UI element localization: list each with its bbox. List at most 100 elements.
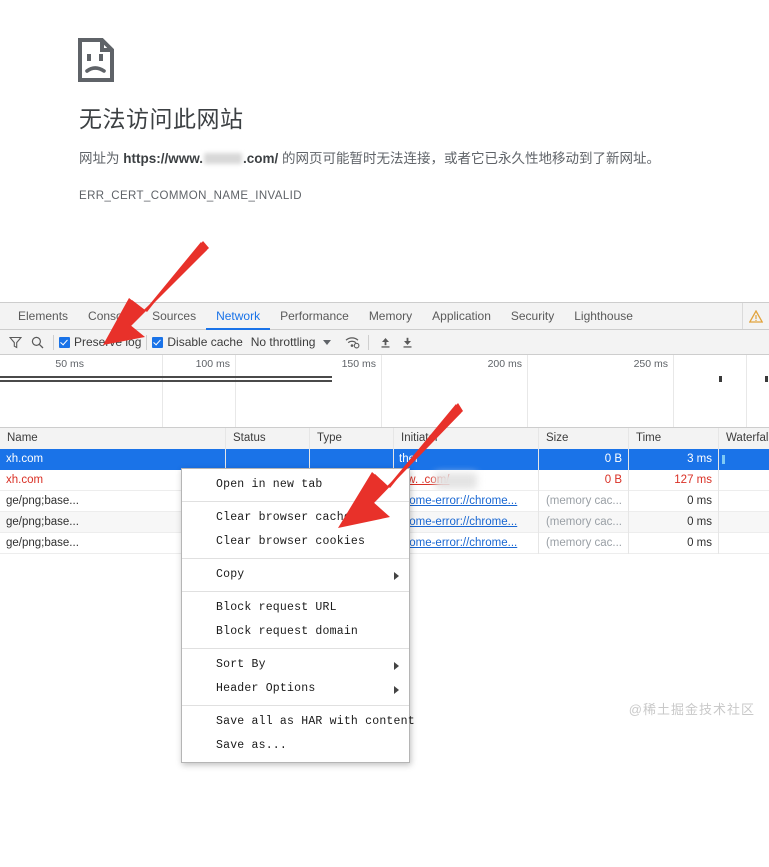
column-header-name[interactable]: Name — [0, 428, 225, 449]
tab-network[interactable]: Network — [206, 303, 271, 330]
menu-item-copy[interactable]: Copy — [182, 563, 409, 587]
toolbar-divider-3 — [368, 334, 370, 350]
cell-size: 0 B — [604, 474, 622, 486]
column-header-waterfall[interactable]: Waterfall — [718, 428, 769, 449]
import-har-up-arrow-icon[interactable] — [374, 331, 396, 353]
column-header-type[interactable]: Type — [309, 428, 393, 449]
menu-separator — [182, 591, 409, 592]
menu-item-open-in-new-tab[interactable]: Open in new tab — [182, 473, 409, 497]
menu-item-header-options[interactable]: Header Options — [182, 677, 409, 701]
menu-item-sort-by[interactable]: Sort By — [182, 653, 409, 677]
table-row[interactable]: xh.com ther 0 B 3 ms — [0, 449, 769, 470]
menu-item-clear-browser-cache[interactable]: Clear browser cache — [182, 506, 409, 530]
menu-item-copy-label: Copy — [216, 568, 245, 581]
cell-time: 0 ms — [687, 537, 712, 549]
tab-elements[interactable]: Elements — [8, 303, 78, 329]
warning-triangle-icon[interactable] — [742, 303, 769, 329]
throttling-select[interactable]: No throttling — [251, 335, 316, 349]
preserve-log-checkbox-box[interactable] — [59, 336, 70, 348]
tab-memory[interactable]: Memory — [359, 303, 422, 329]
toolbar-divider-1 — [53, 334, 54, 350]
search-magnifier-icon[interactable] — [26, 331, 48, 353]
column-header-status[interactable]: Status — [225, 428, 309, 449]
cell-initiator[interactable]: hrome-error://chrome... — [393, 533, 538, 554]
menu-item-block-request-domain[interactable]: Block request domain — [182, 620, 409, 644]
column-header-size[interactable]: Size — [538, 428, 628, 449]
disable-cache-checkbox-box[interactable] — [152, 336, 164, 348]
cell-type — [309, 449, 393, 470]
cell-time: 127 ms — [674, 474, 712, 486]
menu-separator — [182, 558, 409, 559]
preserve-log-label: Preserve log — [74, 335, 142, 349]
overview-event-marker — [765, 376, 768, 382]
cell-size: (memory cac... — [545, 495, 622, 507]
menu-item-save-as[interactable]: Save as... — [182, 734, 409, 758]
cell-size: (memory cac... — [545, 537, 622, 549]
ruler-tick — [381, 355, 382, 427]
tab-application[interactable]: Application — [422, 303, 501, 329]
tab-performance[interactable]: Performance — [270, 303, 359, 329]
disable-cache-label: Disable cache — [167, 335, 243, 349]
error-page-description: 网址为 https://www. .com/ 的网页可能暂时无法连接，或者它已永久… — [79, 150, 660, 168]
submenu-arrow-icon — [394, 662, 399, 670]
cell-size: (memory cac... — [545, 516, 622, 528]
column-separator — [538, 428, 539, 554]
ruler-tick — [527, 355, 528, 427]
preserve-log-checkbox[interactable]: Preserve log — [59, 335, 141, 349]
column-separator — [628, 428, 629, 554]
tab-console[interactable]: Console — [78, 303, 142, 329]
overview-request-bar — [0, 376, 332, 378]
overview-request-bar — [0, 380, 332, 382]
error-desc-suffix: 的网页可能暂时无法连接，或者它已永久性地移动到了新网址。 — [278, 151, 661, 166]
menu-separator — [182, 648, 409, 649]
disable-cache-checkbox[interactable]: Disable cache — [152, 335, 243, 349]
cell-time: 3 ms — [687, 453, 712, 465]
filter-funnel-icon[interactable] — [4, 331, 26, 353]
column-header-initiator[interactable]: Initiator — [393, 428, 538, 449]
cell-status — [225, 449, 309, 470]
cell-size: 0 B — [604, 453, 622, 465]
chevron-down-icon[interactable] — [323, 339, 332, 345]
cell-time: 0 ms — [687, 516, 712, 528]
ruler-label-150ms: 150 ms — [341, 358, 376, 370]
submenu-arrow-icon — [394, 572, 399, 580]
error-url-end: .com/ — [243, 151, 279, 166]
cell-time: 0 ms — [687, 495, 712, 507]
overview-event-marker — [719, 376, 722, 382]
cell-initiator[interactable]: hrome-error://chrome... — [393, 512, 538, 533]
column-header-time[interactable]: Time — [628, 428, 718, 449]
menu-item-block-request-url[interactable]: Block request URL — [182, 596, 409, 620]
tab-lighthouse[interactable]: Lighthouse — [564, 303, 643, 329]
tab-sources[interactable]: Sources — [142, 303, 206, 329]
menu-item-sort-by-label: Sort By — [216, 658, 266, 671]
export-har-down-arrow-icon[interactable] — [396, 331, 418, 353]
menu-item-clear-browser-cookies[interactable]: Clear browser cookies — [182, 530, 409, 554]
tab-security[interactable]: Security — [501, 303, 564, 329]
submenu-arrow-icon — [394, 686, 399, 694]
network-overview-timeline[interactable]: 50 ms 100 ms 150 ms 200 ms 250 ms — [0, 355, 769, 428]
redacted-initiator — [435, 473, 477, 489]
watermark: @稀土掘金技术社区 — [628, 702, 755, 717]
toolbar-divider-2 — [146, 334, 148, 350]
ruler-tick — [746, 355, 747, 427]
network-conditions-wifi-icon[interactable] — [341, 331, 363, 353]
table-header-row: Name Status Type Initiator Size Time Wat… — [0, 428, 769, 450]
ruler-tick — [235, 355, 236, 427]
cell-initiator[interactable]: hrome-error://chrome... — [393, 491, 538, 512]
ruler-tick — [673, 355, 674, 427]
menu-separator — [182, 501, 409, 502]
devtools-tabbar: Elements Console Sources Network Perform… — [0, 303, 769, 330]
sad-document-icon — [78, 38, 114, 82]
ruler-label-50ms: 50 ms — [55, 358, 84, 370]
error-desc-prefix: 网址为 — [79, 151, 124, 166]
ruler-label-200ms: 200 ms — [487, 358, 522, 370]
cell-initiator: ther — [399, 453, 419, 465]
error-code-text: ERR_CERT_COMMON_NAME_INVALID — [79, 190, 302, 202]
ruler-label-250ms: 250 ms — [633, 358, 668, 370]
error-url-start: https://www. — [123, 151, 204, 166]
ruler-tick — [162, 355, 163, 427]
redacted-domain — [204, 153, 243, 164]
menu-separator — [182, 705, 409, 706]
network-context-menu[interactable]: Open in new tab Clear browser cache Clea… — [181, 468, 415, 763]
menu-item-save-all-as-har[interactable]: Save all as HAR with content — [182, 710, 415, 734]
